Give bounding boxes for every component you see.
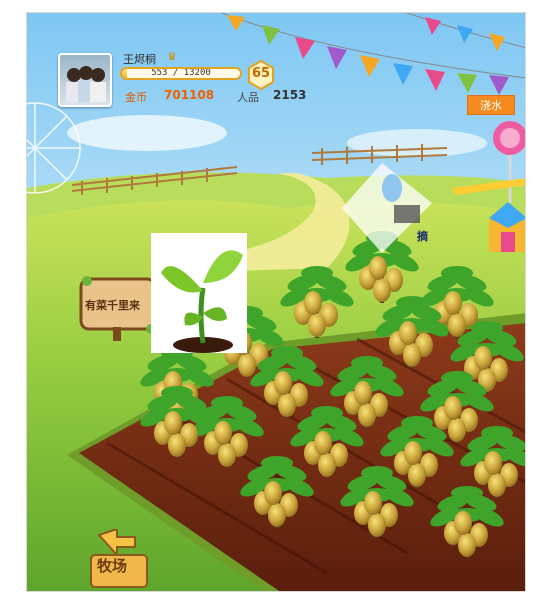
experience-text: 553 / 13200 (151, 68, 211, 78)
level-value: 65 (251, 66, 271, 81)
sign-text: 有菜千里来 (85, 299, 140, 312)
experience-bar: 553 / 13200 (120, 67, 242, 80)
cloud (347, 129, 487, 157)
vip-crown-icon: ♛ (167, 50, 177, 63)
cloud (67, 115, 227, 151)
pick-label: 摘 (417, 230, 428, 243)
tent-icon[interactable] (489, 198, 526, 252)
water-button[interactable]: 浇水 (467, 95, 515, 115)
seedling-icon (151, 233, 247, 353)
farm-game-view: 王烬桐 ♛ 553 / 13200 65 金币 701108 人品 2153 浇… (26, 12, 526, 592)
coins-value: 701108 (164, 88, 215, 102)
character-label: 人品 (237, 91, 259, 104)
ranch-label: 牧场 (97, 557, 128, 575)
character-value: 2153 (273, 88, 307, 102)
player-name: 王烬桐 (123, 53, 156, 66)
player-avatar[interactable] (58, 53, 112, 107)
coins-label: 金币 (125, 91, 147, 104)
